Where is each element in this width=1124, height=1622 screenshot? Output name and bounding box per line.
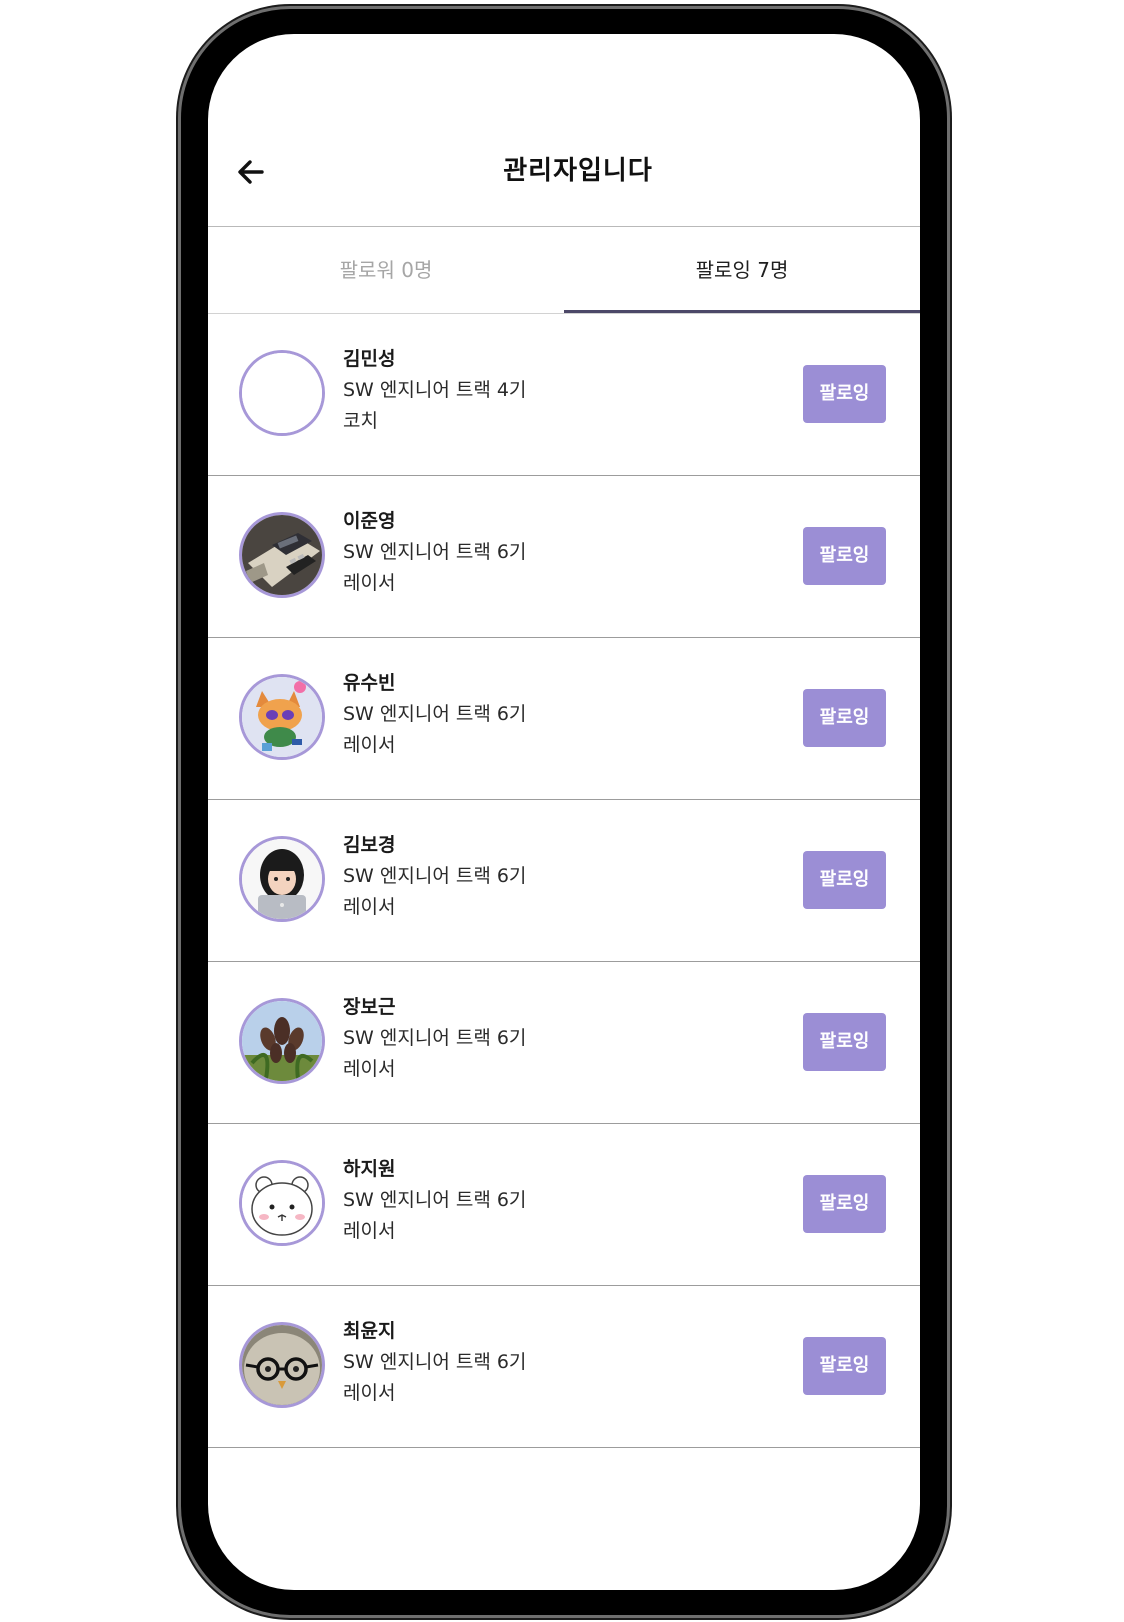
user-track: SW 엔지니어 트랙 6기	[343, 865, 527, 887]
following-button[interactable]: 팔로잉	[803, 851, 886, 909]
header: 관리자입니다	[208, 34, 920, 227]
user-track: SW 엔지니어 트랙 6기	[343, 1189, 527, 1211]
following-button[interactable]: 팔로잉	[803, 1013, 886, 1071]
user-info: 하지원 SW 엔지니어 트랙 6기 레이서	[343, 1154, 526, 1247]
list-item: 김민성 SW 엔지니어 트랙 4기 코치 팔로잉	[208, 314, 920, 476]
user-role: 레이서	[343, 1220, 396, 1242]
following-list: 김민성 SW 엔지니어 트랙 4기 코치 팔로잉 이준영 SW 엔지니어 트랙 …	[208, 314, 920, 1448]
user-name[interactable]: 유수빈	[343, 668, 526, 699]
user-track: SW 엔지니어 트랙 4기	[343, 379, 527, 401]
user-track: SW 엔지니어 트랙 6기	[343, 1351, 527, 1373]
following-button[interactable]: 팔로잉	[803, 527, 886, 585]
following-button[interactable]: 팔로잉	[803, 1175, 886, 1233]
tab-following[interactable]: 팔로잉 7명	[564, 227, 920, 313]
avatar[interactable]	[239, 836, 325, 922]
user-role: 레이서	[343, 734, 396, 756]
user-role: 레이서	[343, 1382, 396, 1404]
user-role: 레이서	[343, 896, 396, 918]
avatar[interactable]	[239, 998, 325, 1084]
following-button[interactable]: 팔로잉	[803, 365, 886, 423]
list-item: 이준영 SW 엔지니어 트랙 6기 레이서 팔로잉	[208, 476, 920, 638]
user-role: 코치	[343, 410, 378, 432]
list-item: 최윤지 SW 엔지니어 트랙 6기 레이서 팔로잉	[208, 1286, 920, 1448]
list-item: 하지원 SW 엔지니어 트랙 6기 레이서 팔로잉	[208, 1124, 920, 1286]
user-track: SW 엔지니어 트랙 6기	[343, 1027, 527, 1049]
user-info: 김민성 SW 엔지니어 트랙 4기 코치	[343, 344, 526, 437]
avatar[interactable]	[239, 512, 325, 598]
user-info: 장보근 SW 엔지니어 트랙 6기 레이서	[343, 992, 526, 1085]
list-item: 김보경 SW 엔지니어 트랙 6기 레이서 팔로잉	[208, 800, 920, 962]
user-info: 김보경 SW 엔지니어 트랙 6기 레이서	[343, 830, 526, 923]
avatar[interactable]	[239, 1160, 325, 1246]
tab-bar: 팔로워 0명 팔로잉 7명	[208, 227, 920, 314]
user-name[interactable]: 장보근	[343, 992, 526, 1023]
user-name[interactable]: 김보경	[343, 830, 526, 861]
user-name[interactable]: 하지원	[343, 1154, 526, 1185]
following-button[interactable]: 팔로잉	[803, 1337, 886, 1395]
phone-screen: 관리자입니다 팔로워 0명 팔로잉 7명 김민성 SW 엔지니어 트랙 4기 코…	[208, 34, 920, 1590]
avatar[interactable]	[239, 1322, 325, 1408]
user-role: 레이서	[343, 572, 396, 594]
user-name[interactable]: 최윤지	[343, 1316, 526, 1347]
active-tab-indicator	[564, 310, 920, 313]
avatar[interactable]	[239, 674, 325, 760]
user-info: 이준영 SW 엔지니어 트랙 6기 레이서	[343, 506, 526, 599]
list-item: 장보근 SW 엔지니어 트랙 6기 레이서 팔로잉	[208, 962, 920, 1124]
user-name[interactable]: 이준영	[343, 506, 526, 537]
avatar[interactable]	[239, 350, 325, 436]
page-title: 관리자입니다	[503, 156, 653, 186]
list-item: 유수빈 SW 엔지니어 트랙 6기 레이서 팔로잉	[208, 638, 920, 800]
user-info: 유수빈 SW 엔지니어 트랙 6기 레이서	[343, 668, 526, 761]
user-name[interactable]: 김민성	[343, 344, 526, 375]
user-info: 최윤지 SW 엔지니어 트랙 6기 레이서	[343, 1316, 526, 1409]
tab-followers[interactable]: 팔로워 0명	[208, 227, 564, 313]
user-track: SW 엔지니어 트랙 6기	[343, 541, 527, 563]
user-track: SW 엔지니어 트랙 6기	[343, 703, 527, 725]
user-role: 레이서	[343, 1058, 396, 1080]
following-button[interactable]: 팔로잉	[803, 689, 886, 747]
